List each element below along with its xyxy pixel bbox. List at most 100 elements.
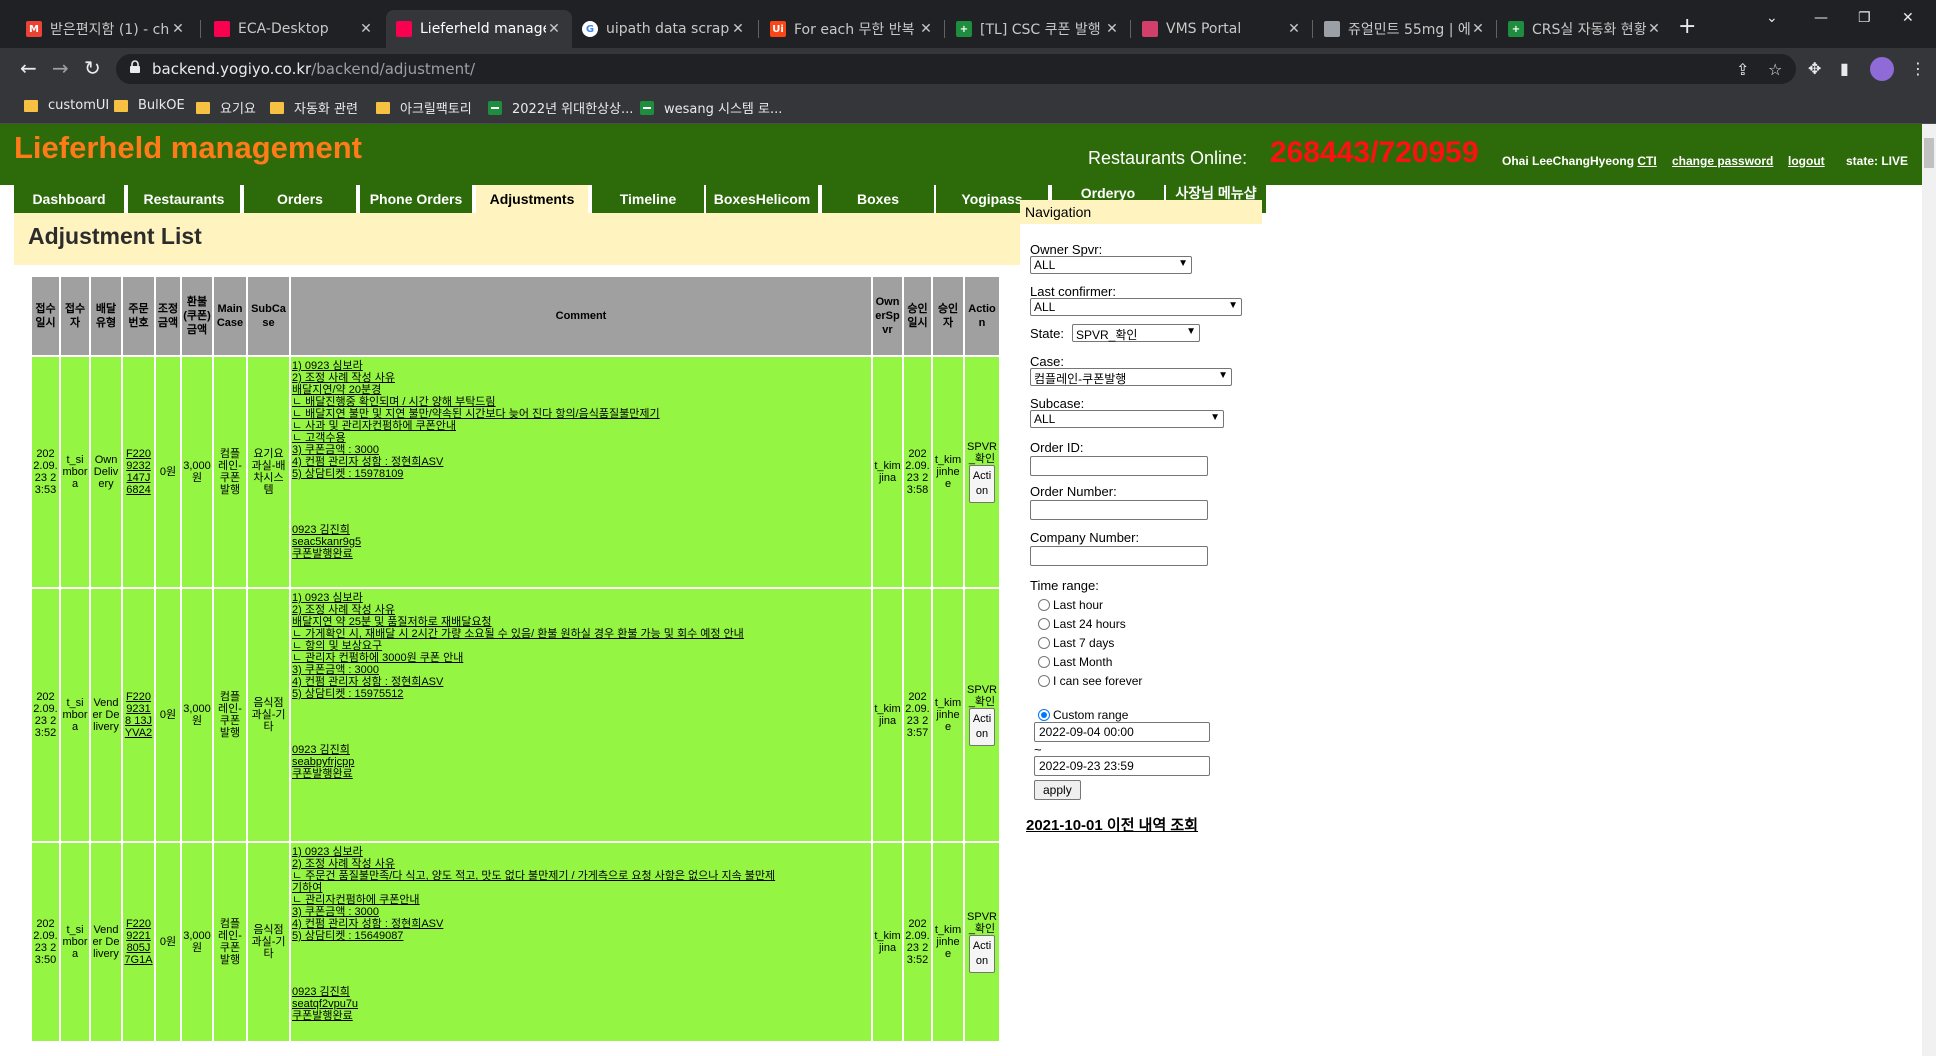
radio-button-selected[interactable] bbox=[1038, 709, 1050, 721]
close-icon[interactable]: ✕ bbox=[1470, 21, 1486, 37]
close-icon[interactable]: ✕ bbox=[730, 21, 746, 37]
col-header-approved-at[interactable]: 승인일시 bbox=[904, 277, 931, 355]
order-link[interactable]: F22092318 13JYVA2 bbox=[125, 691, 152, 739]
radio-button[interactable] bbox=[1038, 637, 1050, 649]
browser-tab-crs[interactable]: + CRS실 자동화 현황_D ✕ bbox=[1498, 10, 1672, 48]
order-id-input[interactable] bbox=[1030, 456, 1208, 476]
browser-tab-gmail[interactable]: M 받은편지함 (1) - chan ✕ bbox=[16, 10, 196, 48]
change-password-link[interactable]: change password bbox=[1672, 154, 1773, 168]
radio-button[interactable] bbox=[1038, 656, 1050, 668]
tab-search-icon[interactable]: ⌄ bbox=[1766, 10, 1778, 26]
bookmark-2022[interactable]: 2022년 위대한상상... bbox=[488, 98, 633, 117]
tab-adjustments[interactable]: Adjustments bbox=[476, 185, 588, 213]
tab-boxes[interactable]: Boxes bbox=[822, 185, 934, 213]
browser-tab-vms[interactable]: VMS Portal ✕ bbox=[1132, 10, 1312, 48]
radio-last-7d[interactable]: Last 7 days bbox=[1038, 636, 1114, 650]
col-header-subcase[interactable]: SubCase bbox=[248, 277, 289, 355]
radio-forever[interactable]: I can see forever bbox=[1038, 674, 1142, 688]
col-header-comment[interactable]: Comment bbox=[291, 277, 871, 355]
close-icon[interactable]: ✕ bbox=[170, 21, 186, 37]
browser-tab-jewelmint[interactable]: 쥬얼민트 55mg | 에트 ✕ bbox=[1314, 10, 1496, 48]
order-link[interactable]: F2209221805J7G1A bbox=[124, 918, 152, 966]
back-icon[interactable]: ← bbox=[20, 56, 37, 80]
col-header-adjust[interactable]: 조정금액 bbox=[156, 277, 180, 355]
col-header-delivery-type[interactable]: 배달유형 bbox=[91, 277, 121, 355]
close-icon[interactable]: ✕ bbox=[358, 21, 374, 37]
close-icon[interactable]: ✕ bbox=[1646, 21, 1662, 37]
history-link[interactable]: 2021-10-01 이전 내역 조회 bbox=[1026, 814, 1198, 835]
range-to-input[interactable]: 2022-09-23 23:59 bbox=[1034, 756, 1210, 776]
action-button[interactable]: Action bbox=[969, 935, 995, 973]
tab-timeline[interactable]: Timeline bbox=[592, 185, 704, 213]
order-link[interactable]: F2209232147J6824 bbox=[126, 448, 151, 496]
close-icon[interactable]: ✕ bbox=[1104, 21, 1120, 37]
cti-link[interactable]: CTI bbox=[1637, 154, 1656, 168]
action-button[interactable]: Action bbox=[969, 708, 995, 746]
tab-dashboard[interactable]: Dashboard bbox=[14, 185, 124, 213]
close-icon[interactable]: ✕ bbox=[918, 21, 934, 37]
bookmark-customui[interactable]: customUI bbox=[24, 98, 109, 113]
menu-icon[interactable]: ⋮ bbox=[1910, 59, 1926, 78]
scrollbar-thumb[interactable] bbox=[1924, 138, 1934, 168]
star-icon[interactable]: ☆ bbox=[1768, 60, 1782, 79]
profile-avatar[interactable] bbox=[1870, 57, 1894, 81]
bookmark-automation[interactable]: 자동화 관련 bbox=[270, 98, 358, 117]
page-scrollbar[interactable] bbox=[1922, 124, 1936, 1056]
col-header-action[interactable]: Action bbox=[965, 277, 999, 355]
browser-tab-uipath[interactable]: G uipath data scraping ✕ bbox=[572, 10, 756, 48]
range-from-input[interactable]: 2022-09-04 00:00 bbox=[1034, 722, 1210, 742]
reload-icon[interactable]: ↻ bbox=[84, 56, 101, 80]
apply-button[interactable]: apply bbox=[1034, 780, 1081, 800]
forward-icon[interactable]: → bbox=[52, 56, 69, 80]
bookmark-yogiyo[interactable]: 요기요 bbox=[196, 98, 256, 117]
col-header-received-at[interactable]: 접수일시 bbox=[32, 277, 59, 355]
tab-orders[interactable]: Orders bbox=[244, 185, 356, 213]
owner-spvr-select[interactable]: ALL ▼ bbox=[1030, 256, 1192, 274]
browser-tab-eca[interactable]: ECA-Desktop ✕ bbox=[204, 10, 384, 48]
tab-restaurants[interactable]: Restaurants bbox=[128, 185, 240, 213]
browser-tab-lieferheld[interactable]: Lieferheld manageme ✕ bbox=[386, 10, 572, 48]
radio-custom-range[interactable]: Custom range bbox=[1038, 708, 1128, 722]
col-header-maincase[interactable]: MainCase bbox=[214, 277, 246, 355]
browser-tab-foreach[interactable]: Ui For each 무한 반복 틀 ✕ bbox=[760, 10, 944, 48]
radio-last-hour[interactable]: Last hour bbox=[1038, 598, 1103, 612]
bookmark-bulkoe[interactable]: BulkOE bbox=[114, 98, 185, 113]
radio-last-24h[interactable]: Last 24 hours bbox=[1038, 617, 1126, 631]
last-confirmer-select[interactable]: ALL ▼ bbox=[1030, 298, 1242, 316]
action-button[interactable]: Action bbox=[969, 465, 995, 503]
close-icon[interactable]: ✕ bbox=[546, 21, 562, 37]
order-id-label: Order ID: bbox=[1030, 440, 1084, 455]
browser-tab-csc[interactable]: + [TL] CSC 쿠폰 발행 내 ✕ bbox=[946, 10, 1130, 48]
radio-button[interactable] bbox=[1038, 675, 1050, 687]
new-tab-icon[interactable]: + bbox=[1678, 14, 1696, 39]
subcase-select[interactable]: ALL ▼ bbox=[1030, 410, 1224, 428]
address-bar[interactable]: backend.yogiyo.co.kr/backend/adjustment/… bbox=[116, 54, 1796, 84]
company-number-input[interactable] bbox=[1030, 546, 1208, 566]
col-header-owner-spvr[interactable]: OwnerSpvr bbox=[873, 277, 902, 355]
signature-line: 0923 김진희 bbox=[292, 524, 350, 536]
close-icon[interactable]: ✕ bbox=[1286, 21, 1302, 37]
col-header-refund[interactable]: 환불(쿠폰)금액 bbox=[182, 277, 212, 355]
sidepanel-icon[interactable]: ▮ bbox=[1840, 59, 1849, 78]
radio-button[interactable] bbox=[1038, 599, 1050, 611]
bookmark-wesang[interactable]: wesang 시스템 로... bbox=[640, 98, 782, 117]
bookmark-acrylic[interactable]: 아크릴팩토리 bbox=[376, 98, 472, 117]
share-icon[interactable]: ⇪ bbox=[1736, 60, 1749, 79]
case-select[interactable]: 컴플레인-쿠폰발행 ▼ bbox=[1030, 368, 1232, 386]
col-header-order-no[interactable]: 주문번호 bbox=[123, 277, 154, 355]
col-header-receiver[interactable]: 접수자 bbox=[61, 277, 89, 355]
logout-link[interactable]: logout bbox=[1788, 154, 1825, 168]
window-close-icon[interactable]: ✕ bbox=[1902, 10, 1914, 26]
state-select[interactable]: SPVR_확인 ▼ bbox=[1072, 324, 1200, 342]
radio-last-month[interactable]: Last Month bbox=[1038, 655, 1112, 669]
minimize-icon[interactable]: — bbox=[1814, 10, 1828, 26]
url-text[interactable]: backend.yogiyo.co.kr/backend/adjustment/ bbox=[152, 60, 475, 78]
order-number-input[interactable] bbox=[1030, 500, 1208, 520]
tab-phone-orders[interactable]: Phone Orders bbox=[360, 185, 472, 213]
tab-boxeshelicom[interactable]: BoxesHelicom bbox=[706, 185, 818, 213]
extensions-icon[interactable]: ✥ bbox=[1808, 59, 1821, 78]
restore-icon[interactable]: ❐ bbox=[1858, 10, 1871, 26]
radio-button[interactable] bbox=[1038, 618, 1050, 630]
comment-line: ㄴ 주문건 품질불만족/다 식고, 양도 적고, 맛도 없다 불만제기 / 가게… bbox=[292, 870, 776, 882]
col-header-approver[interactable]: 승인자 bbox=[933, 277, 963, 355]
